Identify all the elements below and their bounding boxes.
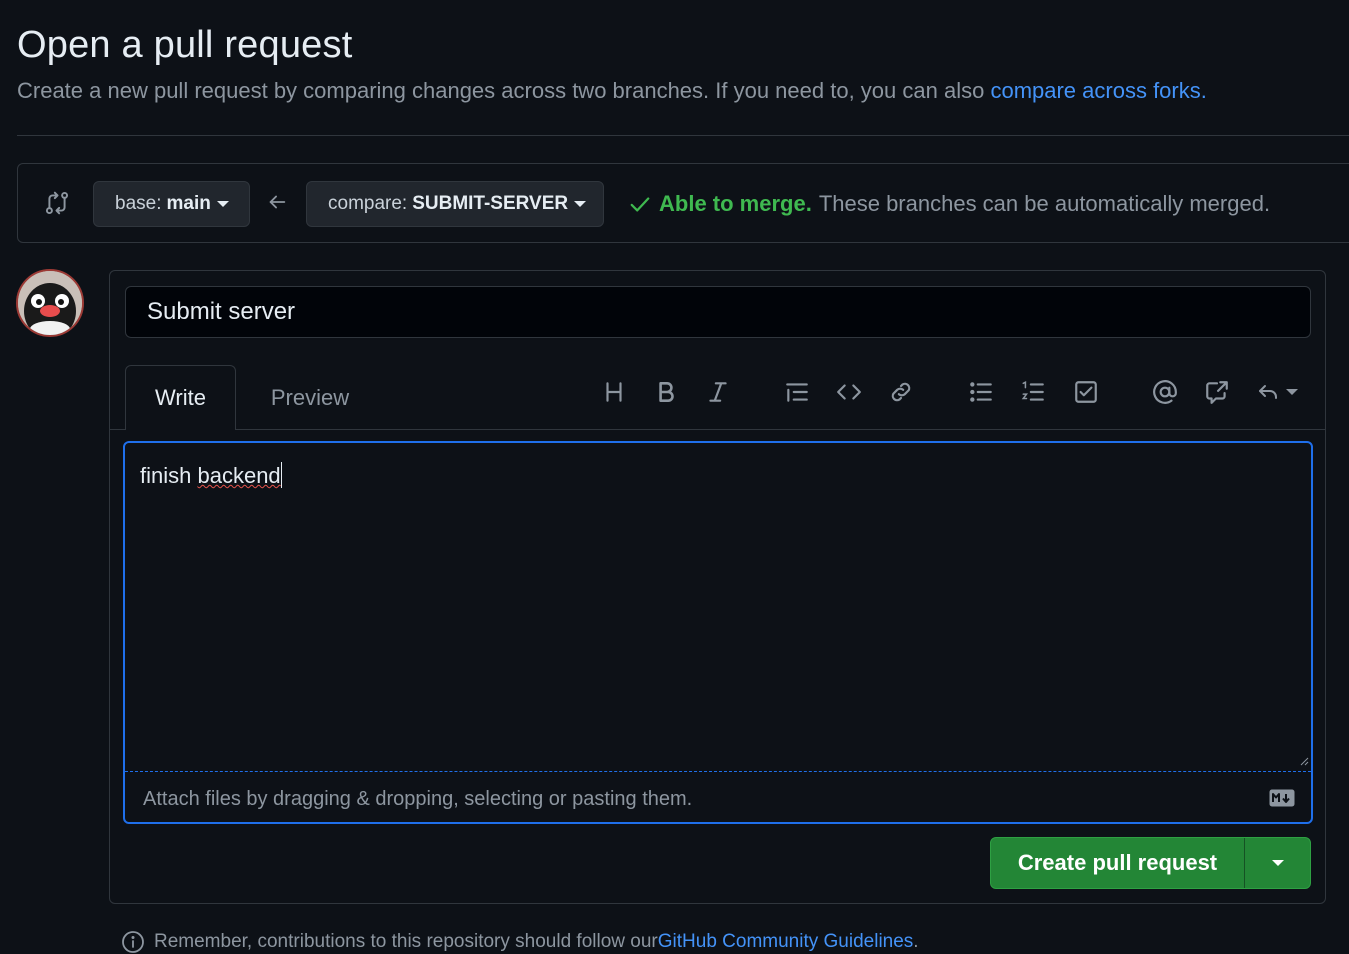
pr-title-input[interactable]: Submit server	[125, 286, 1311, 338]
attach-divider	[125, 771, 1311, 772]
create-pull-request-label[interactable]: Create pull request	[991, 838, 1244, 888]
task-list-icon[interactable]	[1071, 377, 1101, 407]
code-icon[interactable]	[834, 377, 864, 407]
ordered-list-icon[interactable]	[1018, 377, 1048, 407]
merge-status: Able to merge. These branches can be aut…	[629, 191, 1270, 217]
body-word: finish	[140, 463, 198, 488]
community-guidelines-link[interactable]: GitHub Community Guidelines	[658, 931, 914, 953]
chevron-down-icon	[1286, 389, 1298, 395]
compare-prefix: compare:	[328, 193, 408, 214]
pr-body-editor[interactable]: finish backend Attach files by dragging …	[123, 441, 1313, 824]
info-icon	[122, 931, 144, 953]
merge-ok-text: Able to merge.	[659, 191, 812, 216]
compare-branch-select[interactable]: compare: SUBMIT-SERVER	[306, 181, 604, 227]
merge-message: These branches can be automatically merg…	[818, 191, 1271, 216]
guidelines-note: Remember, contributions to this reposito…	[121, 930, 919, 954]
git-compare-icon[interactable]	[44, 190, 70, 216]
base-branch-select[interactable]: base: main	[93, 181, 250, 227]
chevron-down-icon	[1271, 860, 1284, 866]
heading-icon[interactable]	[599, 377, 629, 407]
penguin-avatar-icon	[18, 271, 82, 335]
base-branch-name: main	[166, 193, 211, 214]
divider	[17, 135, 1349, 136]
check-icon	[630, 197, 650, 212]
resize-handle-icon[interactable]	[1299, 756, 1309, 766]
unordered-list-icon[interactable]	[966, 377, 996, 407]
reference-icon[interactable]	[1202, 377, 1232, 407]
mention-icon[interactable]	[1150, 377, 1180, 407]
pr-body-text[interactable]: finish backend	[140, 462, 282, 489]
avatar[interactable]	[16, 269, 84, 337]
pull-request-form: Submit server Write Preview finish backe…	[109, 270, 1326, 904]
create-pull-request-button[interactable]: Create pull request	[990, 837, 1311, 889]
chevron-down-icon	[216, 201, 229, 207]
guidelines-end: .	[913, 931, 919, 952]
chevron-down-icon	[574, 201, 587, 207]
bold-icon[interactable]	[651, 377, 681, 407]
body-word-misspelled: backend	[197, 463, 281, 488]
link-icon[interactable]	[886, 377, 916, 407]
italic-icon[interactable]	[703, 377, 733, 407]
text-cursor	[280, 462, 282, 488]
page-subtitle: Create a new pull request by comparing c…	[17, 78, 1207, 104]
page-title: Open a pull request	[17, 24, 353, 66]
quote-icon[interactable]	[782, 377, 812, 407]
create-options-dropdown[interactable]	[1245, 838, 1310, 888]
arrow-left-icon	[269, 195, 286, 209]
compare-branch-name: SUBMIT-SERVER	[412, 193, 569, 214]
guidelines-text: Remember, contributions to this reposito…	[154, 931, 658, 952]
compare-forks-link[interactable]: compare across forks.	[990, 78, 1206, 103]
undo-icon[interactable]	[1254, 377, 1300, 407]
base-prefix: base:	[115, 193, 162, 214]
tab-write[interactable]: Write	[125, 365, 236, 430]
subtitle-text: Create a new pull request by comparing c…	[17, 78, 991, 103]
attach-files-hint[interactable]: Attach files by dragging & dropping, sel…	[143, 788, 692, 811]
branch-range-box: base: main compare: SUBMIT-SERVER Able t…	[17, 163, 1349, 243]
tab-preview[interactable]: Preview	[250, 365, 370, 430]
markdown-icon[interactable]	[1269, 789, 1295, 807]
